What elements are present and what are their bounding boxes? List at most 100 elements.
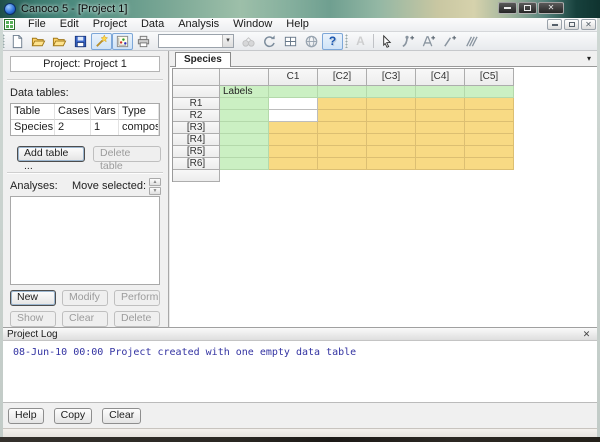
graph-options-icon[interactable] <box>112 33 133 50</box>
data-tables-header-table[interactable]: Table <box>11 104 55 120</box>
clear-button[interactable]: Clear <box>102 408 141 424</box>
grid-cell[interactable] <box>416 110 465 122</box>
window-layout-icon[interactable] <box>280 33 301 50</box>
maximize-icon[interactable] <box>518 2 537 14</box>
data-tables-cell-vars[interactable]: 1 <box>91 120 119 135</box>
save-project-icon[interactable] <box>70 33 91 50</box>
grid-label-cell[interactable] <box>220 146 269 158</box>
mdi-minimize-icon[interactable] <box>547 19 562 30</box>
tab-species[interactable]: Species <box>175 52 231 67</box>
grid-labels-cell[interactable]: Labels <box>220 86 269 98</box>
grid-label-cell[interactable] <box>220 122 269 134</box>
modify-button[interactable]: Modify ... <box>62 290 108 306</box>
open-project-icon[interactable] <box>28 33 49 50</box>
grid-cell[interactable] <box>416 134 465 146</box>
spinner-up-icon[interactable]: ▲ <box>149 178 161 186</box>
grid-cell[interactable] <box>318 110 367 122</box>
perform-button[interactable]: Perform <box>114 290 160 306</box>
grid-cell[interactable] <box>465 110 514 122</box>
tab-list-dropdown-icon[interactable]: ▾ <box>587 54 591 64</box>
data-tables-header-vars[interactable]: Vars <box>91 104 119 120</box>
add-text-icon[interactable] <box>418 33 439 50</box>
grid-cell[interactable] <box>269 134 318 146</box>
toolbar-grip[interactable] <box>345 34 348 48</box>
grid-label-cell[interactable] <box>220 158 269 170</box>
clear-button[interactable]: Clear <box>62 311 108 327</box>
grid-label-cell[interactable] <box>220 98 269 110</box>
data-tables-cell-cases[interactable]: 2 <box>55 120 91 135</box>
grid-cell[interactable] <box>269 158 318 170</box>
grid-row-header-r1[interactable]: R1 <box>173 98 220 110</box>
find-icon[interactable] <box>238 33 259 50</box>
add-line-icon[interactable] <box>439 33 460 50</box>
grid-cell[interactable] <box>367 98 416 110</box>
new-project-icon[interactable] <box>7 33 28 50</box>
grid-row-header-r6[interactable]: [R6] <box>173 158 220 170</box>
grid-column-header-c5[interactable]: [C5] <box>465 69 514 86</box>
grid-row-header-stub[interactable] <box>173 170 220 182</box>
data-tables-header-type[interactable]: Type <box>119 104 159 120</box>
refresh-icon[interactable] <box>259 33 280 50</box>
mdi-restore-icon[interactable] <box>564 19 579 30</box>
grid-cell[interactable] <box>269 98 318 110</box>
menu-item-help[interactable]: Help <box>279 18 316 31</box>
minimize-icon[interactable] <box>498 2 517 14</box>
new-analysis-wizard-icon[interactable] <box>91 33 112 50</box>
grid-label-cell[interactable] <box>220 134 269 146</box>
grid-cell[interactable] <box>318 158 367 170</box>
grid-row-header-r3[interactable]: [R3] <box>173 122 220 134</box>
menu-item-analysis[interactable]: Analysis <box>171 18 226 31</box>
grid-cell[interactable] <box>465 146 514 158</box>
help-button[interactable]: Help <box>8 408 44 424</box>
grid-cell[interactable] <box>367 134 416 146</box>
grid-row-header-r5[interactable]: [R5] <box>173 146 220 158</box>
analysis-combobox[interactable]: ▾ <box>158 34 234 48</box>
globe-icon[interactable] <box>301 33 322 50</box>
print-icon[interactable] <box>133 33 154 50</box>
grid-column-header-c1[interactable]: C1 <box>269 69 318 86</box>
grid-cell[interactable] <box>318 134 367 146</box>
data-tables-header-cases[interactable]: Cases <box>55 104 91 120</box>
grid-cell[interactable] <box>318 146 367 158</box>
grid-cell[interactable] <box>367 122 416 134</box>
grid-cell[interactable] <box>269 110 318 122</box>
text-style-icon[interactable]: A <box>350 33 371 50</box>
data-tables-cell-table[interactable]: Species <box>11 120 55 135</box>
data-tables-cell-type[interactable]: compos. <box>119 120 159 135</box>
data-tables-table[interactable]: TableCasesVarsType Species21compos. <box>10 103 160 136</box>
grid-cell[interactable] <box>318 122 367 134</box>
grid-cell[interactable] <box>367 86 416 98</box>
select-arrow-icon[interactable] <box>376 33 397 50</box>
delete-button[interactable]: Delete <box>114 311 160 327</box>
open-data-icon[interactable] <box>49 33 70 50</box>
menu-item-edit[interactable]: Edit <box>53 18 86 31</box>
add-symbol-icon[interactable] <box>397 33 418 50</box>
grid-cell[interactable] <box>269 146 318 158</box>
app-icon[interactable] <box>4 3 16 15</box>
grid-corner-cell[interactable] <box>173 69 220 86</box>
grid-cell[interactable] <box>465 86 514 98</box>
grid-cell[interactable] <box>465 98 514 110</box>
log-close-icon[interactable]: ✕ <box>580 329 593 340</box>
add-table-button[interactable]: Add table ... <box>17 146 85 162</box>
grid-row-header-r4[interactable]: [R4] <box>173 134 220 146</box>
grid-cell[interactable] <box>416 86 465 98</box>
grid-column-header-c4[interactable]: [C4] <box>416 69 465 86</box>
analyses-list[interactable] <box>10 196 160 285</box>
grid-label-cell[interactable] <box>220 110 269 122</box>
delete-table-button[interactable]: Delete table <box>93 146 161 162</box>
project-name-button[interactable]: Project: Project 1 <box>10 56 160 72</box>
grid-cell[interactable] <box>465 158 514 170</box>
menu-item-window[interactable]: Window <box>226 18 279 31</box>
mdi-close-icon[interactable]: ✕ <box>581 19 596 30</box>
grid-cell[interactable] <box>416 146 465 158</box>
grid-label-column-header[interactable] <box>220 69 269 86</box>
show-button[interactable]: Show <box>10 311 56 327</box>
spinner-down-icon[interactable]: ▼ <box>149 187 161 195</box>
menu-item-data[interactable]: Data <box>134 18 171 31</box>
grid-cell[interactable] <box>465 122 514 134</box>
add-hatching-icon[interactable] <box>460 33 481 50</box>
grid-column-header-c3[interactable]: [C3] <box>367 69 416 86</box>
grid-cell[interactable] <box>318 98 367 110</box>
project-table-icon[interactable] <box>4 19 15 30</box>
